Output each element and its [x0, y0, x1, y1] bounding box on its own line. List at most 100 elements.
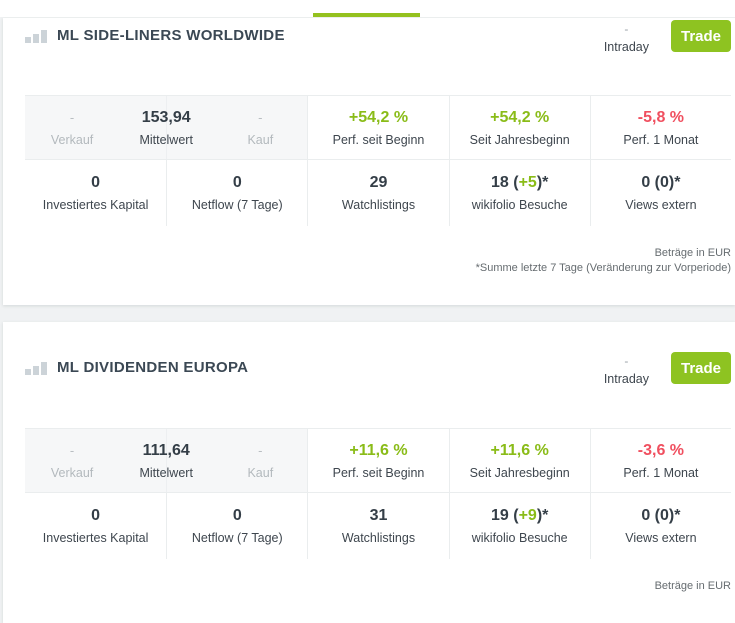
buy-label: Kauf: [247, 465, 273, 481]
stat-label: Views extern: [625, 530, 696, 546]
wikifolio-title[interactable]: ML SIDE-LINERS WORLDWIDE: [57, 26, 285, 46]
stat-value: +11,6 %: [491, 441, 549, 461]
stat-value: 18 (+5)*: [491, 173, 548, 193]
card-header-right: - Intraday Trade: [604, 352, 731, 387]
watchlistings-cell: 29 Watchlistings: [307, 160, 448, 226]
footnote-currency: Beträge in EUR: [25, 246, 731, 261]
wikifolio-card: ML DIVIDENDEN EUROPA - Intraday Trade - …: [3, 322, 735, 623]
stat-label: wikifolio Besuche: [472, 530, 568, 546]
views-extern-cell: 0 (0)* Views extern: [590, 160, 731, 226]
stat-label: Investiertes Kapital: [43, 197, 149, 213]
stat-value: 31: [370, 506, 388, 526]
mid-label: Mittelwert: [139, 132, 192, 148]
mid-quote: 111,64 Mittelwert: [119, 429, 213, 492]
card-title-group: ML DIVIDENDEN EUROPA: [25, 358, 248, 378]
stat-value: 19 (+9)*: [491, 506, 548, 526]
wikifolio-title[interactable]: ML DIVIDENDEN EUROPA: [57, 358, 248, 378]
quote-value: -: [604, 23, 649, 36]
footnote-currency: Beträge in EUR: [25, 579, 731, 594]
buy-value: -: [258, 441, 262, 461]
mid-value: 153,94: [142, 108, 191, 128]
stat-value: 0 (0)*: [641, 506, 680, 526]
quote-performance-row: - Verkauf 153,94 Mittelwert - Kauf +54,2…: [25, 95, 731, 160]
quote-block: - Intraday: [604, 20, 649, 55]
mid-value: 111,64: [143, 441, 190, 461]
stat-value: -3,6 %: [638, 441, 684, 461]
sell-label: Verkauf: [51, 465, 93, 481]
price-box: - Verkauf 111,64 Mittelwert - Kauf: [25, 429, 307, 492]
activity-stats-row: 0 Investiertes Kapital 0 Netflow (7 Tage…: [25, 160, 731, 226]
stat-label: Investiertes Kapital: [43, 530, 149, 546]
buy-quote: - Kauf: [213, 96, 307, 159]
stat-label: Netflow (7 Tage): [192, 530, 283, 546]
sell-quote: - Verkauf: [25, 96, 119, 159]
netflow-cell: 0 Netflow (7 Tage): [166, 493, 307, 559]
stat-label: Watchlistings: [342, 530, 415, 546]
stat-label: Perf. seit Beginn: [333, 132, 425, 148]
card-footnotes: Beträge in EUR *Summe letzte 7 Tage (Ver…: [25, 246, 731, 305]
stat-value: 0: [91, 173, 100, 193]
perf-1month-cell: -3,6 % Perf. 1 Monat: [590, 429, 731, 492]
netflow-cell: 0 Netflow (7 Tage): [166, 160, 307, 226]
quote-value: -: [604, 355, 649, 368]
sell-label: Verkauf: [51, 132, 93, 148]
mid-label: Mittelwert: [139, 465, 192, 481]
perf-ytd-cell: +11,6 % Seit Jahresbeginn: [449, 429, 590, 492]
quote-performance-row: - Verkauf 111,64 Mittelwert - Kauf +11,6…: [25, 428, 731, 493]
stat-label: Perf. seit Beginn: [333, 465, 425, 481]
perf-since-start-cell: +11,6 % Perf. seit Beginn: [307, 429, 448, 492]
card-header: ML DIVIDENDEN EUROPA - Intraday Trade: [3, 322, 735, 428]
quote-type-label: Intraday: [604, 371, 649, 387]
invested-capital-cell: 0 Investiertes Kapital: [25, 493, 166, 559]
perf-ytd-cell: +54,2 % Seit Jahresbeginn: [449, 96, 590, 159]
invested-capital-cell: 0 Investiertes Kapital: [25, 160, 166, 226]
stat-label: Seit Jahresbeginn: [470, 132, 570, 148]
stat-value: 0: [233, 506, 242, 526]
stat-value: -5,8 %: [638, 108, 684, 128]
buy-quote: - Kauf: [213, 429, 307, 492]
trade-button[interactable]: Trade: [671, 352, 731, 384]
sell-quote: - Verkauf: [25, 429, 119, 492]
wikifolio-visits-cell: 19 (+9)* wikifolio Besuche: [449, 493, 590, 559]
buy-label: Kauf: [247, 132, 273, 148]
stat-value: +11,6 %: [349, 441, 407, 461]
stat-value: 0 (0)*: [641, 173, 680, 193]
wikifolio-card: ML SIDE-LINERS WORLDWIDE - Intraday Trad…: [3, 18, 735, 305]
stat-value: 29: [370, 173, 388, 193]
perf-since-start-cell: +54,2 % Perf. seit Beginn: [307, 96, 448, 159]
tab-bar: [0, 0, 735, 17]
price-box: - Verkauf 153,94 Mittelwert - Kauf: [25, 96, 307, 159]
stats-table: - Verkauf 111,64 Mittelwert - Kauf +11,6…: [25, 428, 731, 623]
sell-value: -: [70, 108, 74, 128]
stat-value: +54,2 %: [349, 108, 408, 128]
stat-label: Watchlistings: [342, 197, 415, 213]
card-footnotes: Beträge in EUR: [25, 579, 731, 623]
wikifolio-visits-cell: 18 (+5)* wikifolio Besuche: [449, 160, 590, 226]
quote-type-label: Intraday: [604, 39, 649, 55]
quote-block: - Intraday: [604, 352, 649, 387]
perf-1month-cell: -5,8 % Perf. 1 Monat: [590, 96, 731, 159]
trade-button[interactable]: Trade: [671, 20, 731, 52]
card-header-right: - Intraday Trade: [604, 20, 731, 55]
stat-label: Perf. 1 Monat: [623, 465, 698, 481]
stat-label: Seit Jahresbeginn: [470, 465, 570, 481]
buy-value: -: [258, 108, 262, 128]
watchlistings-cell: 31 Watchlistings: [307, 493, 448, 559]
bar-chart-icon: [25, 30, 47, 43]
footnote-sum-note: *Summe letzte 7 Tage (Veränderung zur Vo…: [25, 261, 731, 276]
card-header: ML SIDE-LINERS WORLDWIDE - Intraday Trad…: [3, 18, 735, 95]
stat-label: Netflow (7 Tage): [192, 197, 283, 213]
mid-quote: 153,94 Mittelwert: [119, 96, 213, 159]
views-extern-cell: 0 (0)* Views extern: [590, 493, 731, 559]
active-tab-indicator[interactable]: [313, 13, 420, 17]
stat-label: Views extern: [625, 197, 696, 213]
stats-table: - Verkauf 153,94 Mittelwert - Kauf +54,2…: [25, 95, 731, 305]
bar-chart-icon: [25, 362, 47, 375]
stat-value: 0: [91, 506, 100, 526]
stat-label: Perf. 1 Monat: [623, 132, 698, 148]
activity-stats-row: 0 Investiertes Kapital 0 Netflow (7 Tage…: [25, 493, 731, 559]
stat-label: wikifolio Besuche: [472, 197, 568, 213]
stat-value: 0: [233, 173, 242, 193]
card-title-group: ML SIDE-LINERS WORLDWIDE: [25, 26, 285, 46]
stat-value: +54,2 %: [490, 108, 549, 128]
